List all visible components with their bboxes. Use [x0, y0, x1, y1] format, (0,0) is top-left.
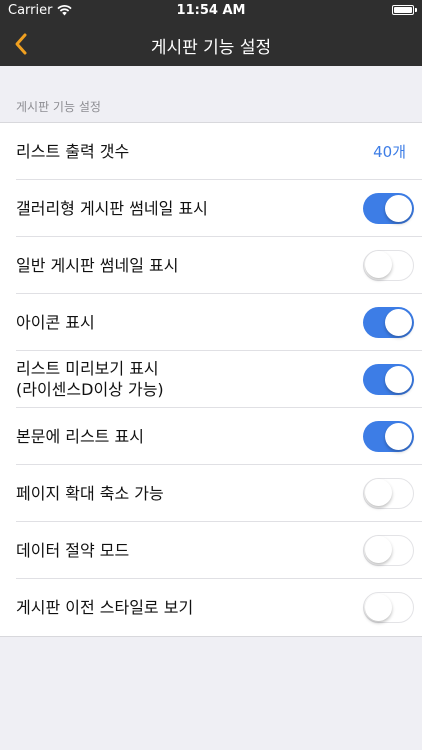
setting-label: 리스트 출력 갯수 — [16, 141, 130, 161]
setting-label: 데이터 절약 모드 — [16, 540, 130, 560]
list-in-body-toggle[interactable] — [363, 420, 414, 452]
setting-legacy-style: 게시판 이전 스타일로 보기 — [16, 579, 422, 636]
setting-label: 아이콘 표시 — [16, 312, 95, 332]
setting-label: 페이지 확대 축소 가능 — [16, 483, 164, 503]
status-bar: Carrier 11:54 AM — [0, 0, 422, 22]
setting-icon-display: 아이콘 표시 — [16, 294, 422, 351]
setting-label-line2: (라이센스D이상 가능) — [16, 380, 164, 399]
data-saver-toggle[interactable] — [363, 534, 414, 566]
toggle-knob — [385, 308, 412, 336]
setting-label: 일반 게시판 썸네일 표시 — [16, 255, 179, 275]
toggle-knob — [385, 365, 412, 393]
setting-list-in-body: 본문에 리스트 표시 — [16, 408, 422, 465]
page-zoom-toggle[interactable] — [363, 477, 414, 509]
setting-general-thumbnail: 일반 게시판 썸네일 표시 — [16, 237, 422, 294]
toggle-knob — [364, 536, 392, 563]
toggle-knob — [364, 479, 392, 506]
toggle-knob — [385, 422, 412, 450]
list-preview-toggle[interactable] — [363, 363, 414, 395]
legacy-style-toggle[interactable] — [363, 592, 414, 623]
list-count-value[interactable]: 40개 — [373, 141, 406, 162]
setting-data-saver: 데이터 절약 모드 — [16, 522, 422, 579]
toggle-knob — [364, 251, 392, 278]
settings-list: 리스트 출력 갯수 40개 갤러리형 게시판 썸네일 표시 일반 게시판 썸네일… — [0, 122, 422, 637]
setting-label: 갤러리형 게시판 썸네일 표시 — [16, 198, 208, 218]
status-time: 11:54 AM — [176, 3, 246, 18]
toggle-knob — [364, 593, 392, 621]
setting-label-line1: 리스트 미리보기 표시 — [16, 359, 159, 378]
toggle-knob — [385, 194, 412, 222]
navigation-bar: 게시판 기능 설정 — [0, 22, 422, 66]
general-thumbnail-toggle[interactable] — [363, 249, 414, 281]
gallery-thumbnail-toggle[interactable] — [363, 192, 414, 224]
icon-display-toggle[interactable] — [363, 306, 414, 338]
battery-icon — [392, 5, 417, 15]
section-header: 게시판 기능 설정 — [16, 100, 101, 114]
setting-label: 본문에 리스트 표시 — [16, 426, 144, 446]
setting-list-count[interactable]: 리스트 출력 갯수 40개 — [16, 123, 422, 180]
page-title: 게시판 기능 설정 — [150, 38, 272, 58]
setting-label: 리스트 미리보기 표시 (라이센스D이상 가능) — [16, 358, 363, 400]
setting-label: 게시판 이전 스타일로 보기 — [16, 598, 194, 617]
setting-page-zoom: 페이지 확대 축소 가능 — [16, 465, 422, 522]
setting-list-preview: 리스트 미리보기 표시 (라이센스D이상 가능) — [16, 351, 422, 408]
setting-gallery-thumbnail: 갤러리형 게시판 썸네일 표시 — [16, 180, 422, 237]
